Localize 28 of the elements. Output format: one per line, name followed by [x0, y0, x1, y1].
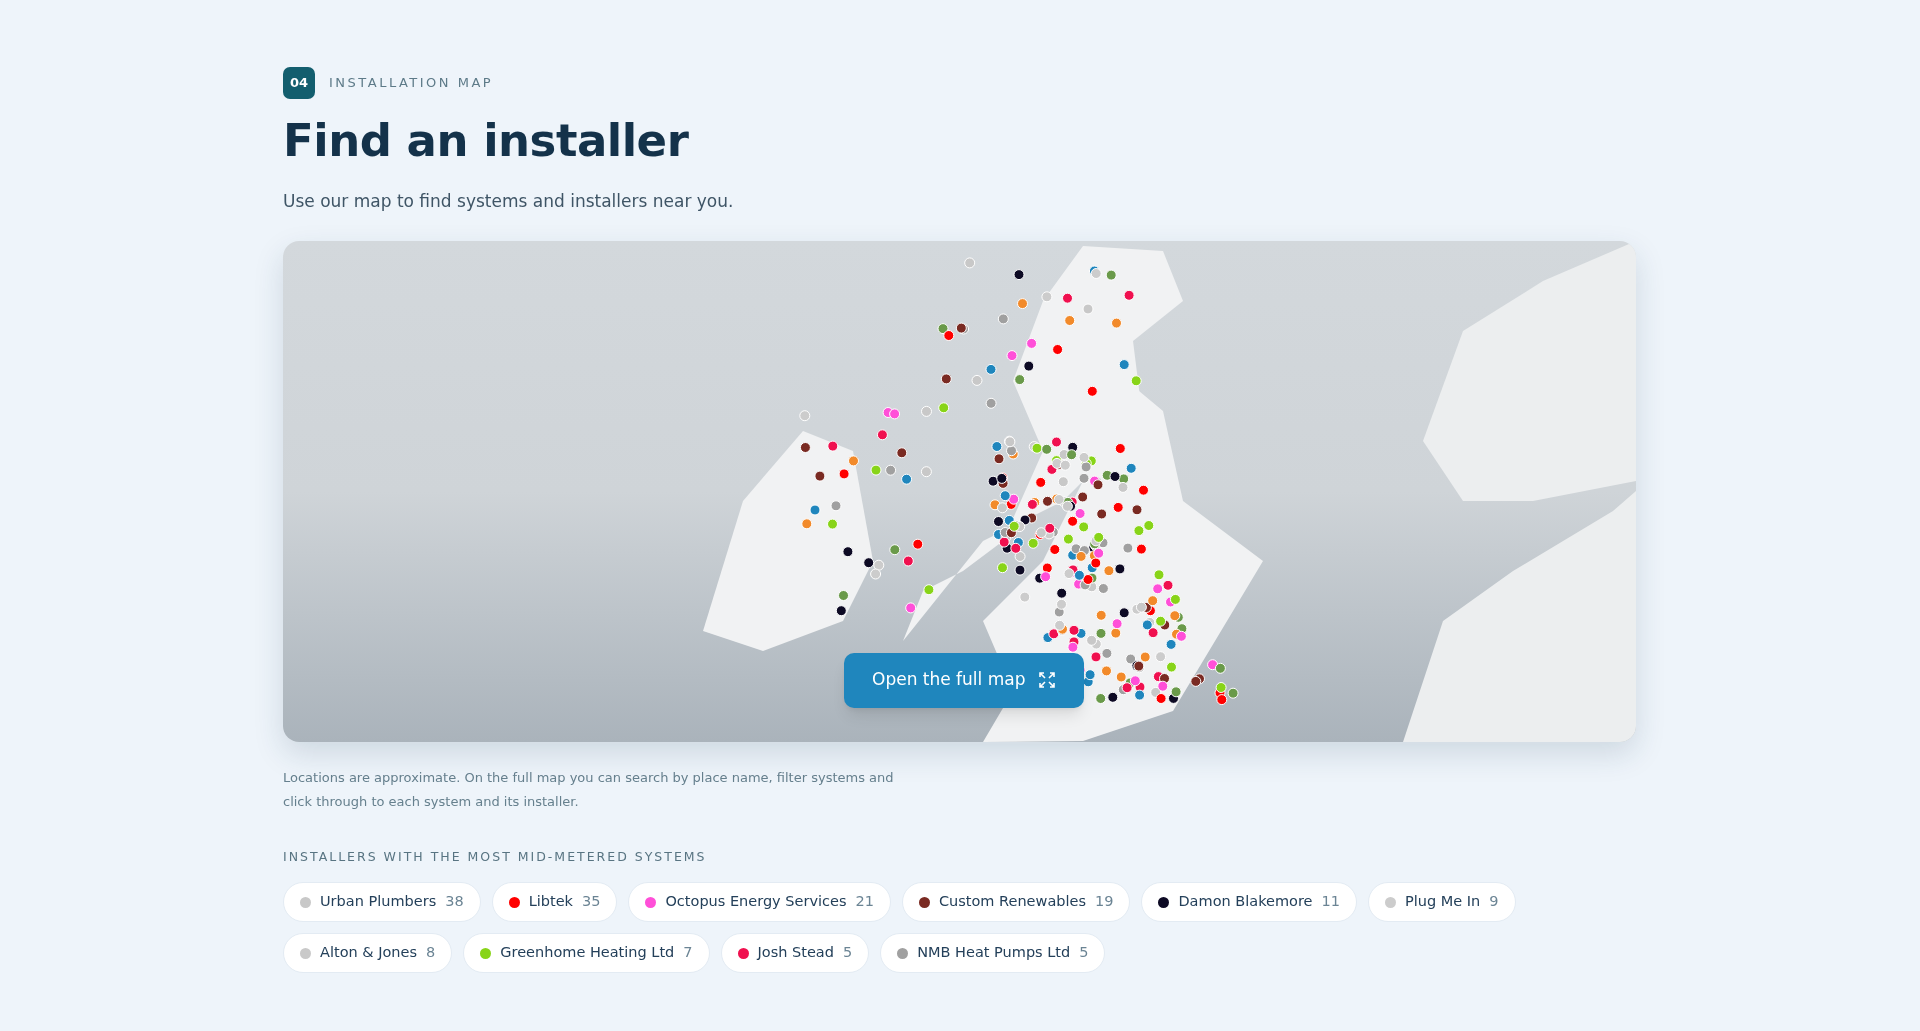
installer-count: 5 [1079, 943, 1089, 963]
installer-chip[interactable]: Plug Me In 9 [1368, 882, 1516, 923]
page-title: Find an installer [283, 113, 690, 169]
installer-chip[interactable]: Custom Renewables 19 [901, 882, 1131, 923]
map-caption: Locations are approximate. On the full map you can search by place name, filter systems and click through to each system and its installer. [283, 768, 895, 811]
installer-count: 7 [683, 943, 693, 963]
installer-chip[interactable]: Damon Blakemore 11 [1141, 882, 1357, 923]
open-map-button[interactable]: Open the full map [844, 652, 1084, 708]
installer-count: 35 [582, 892, 601, 912]
installer-count: 19 [1095, 892, 1114, 912]
expand-icon [1037, 671, 1056, 689]
installer-chip[interactable]: Alton & Jones 8 [283, 933, 453, 974]
installer-chip[interactable]: Octopus Energy Services 21 [628, 882, 891, 923]
installers-heading: INSTALLERS WITH THE MOST MID-METERED SYSTEMS [283, 847, 708, 866]
installer-chip[interactable]: NMB Heat Pumps Ltd 5 [880, 933, 1106, 974]
section-number: 04 [283, 67, 315, 99]
installer-chip[interactable]: Urban Plumbers 38 [283, 882, 481, 923]
installer-chip[interactable]: Josh Stead 5 [720, 933, 870, 974]
installer-count: 11 [1321, 892, 1340, 912]
installer-count: 9 [1489, 892, 1499, 912]
installer-count: 38 [445, 892, 464, 912]
installer-count: 5 [842, 943, 853, 963]
installer-count: 21 [855, 892, 874, 912]
installer-chip[interactable]: Libtek 35 [491, 882, 618, 923]
section-label: INSTALLATION MAP [329, 74, 494, 93]
installer-count: 8 [426, 943, 436, 963]
page-subtitle: Use our map to find systems and installers near you. [283, 190, 735, 213]
installer-chip[interactable]: Greenhome Heating Ltd 7 [463, 933, 710, 974]
